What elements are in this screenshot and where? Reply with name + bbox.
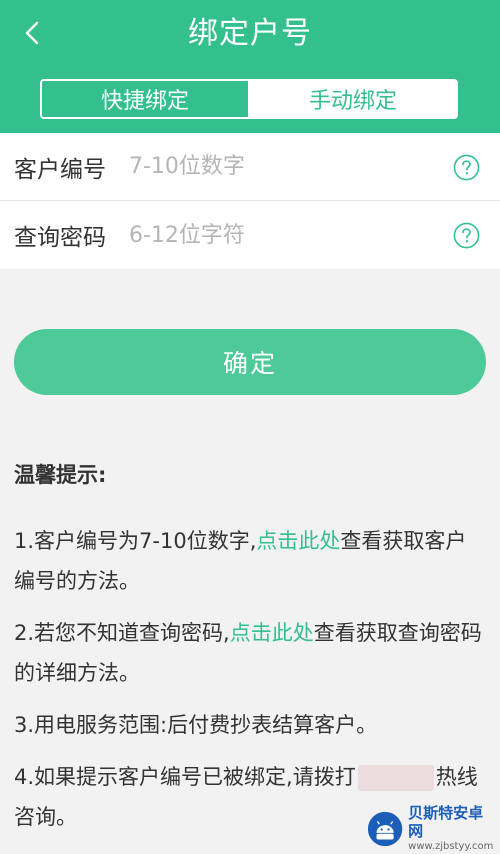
customer-id-label: 客户编号 [14,156,106,183]
tip-text: 2.若您不知道查询密码, [14,621,230,645]
watermark-name: 贝斯特安卓网 [408,804,484,840]
question-circle-icon[interactable] [453,154,480,181]
password-help-link[interactable]: 点击此处 [230,621,314,645]
page-title: 绑定户号 [188,16,312,51]
customer-id-input[interactable] [129,146,429,187]
watermark-url: www.zjbstyy.com [408,841,494,852]
customer-id-row: 客户编号 [0,133,500,201]
tip-item-3: 3.用电服务范围:后付费抄表结算客户。 [14,713,378,737]
tip-text: 4.如果提示客户编号已被绑定,请拨打 [14,765,356,789]
bind-mode-tabs: 快捷绑定 手动绑定 [40,79,458,119]
tab-manual-bind[interactable]: 手动绑定 [250,81,456,117]
redacted-phone-number [357,765,434,791]
tab-quick-bind[interactable]: 快捷绑定 [42,81,250,117]
tip-item-1: 1.客户编号为7-10位数字,点击此处查看获取客户编号的方法。 [14,521,486,601]
android-logo-icon [367,811,403,847]
bind-form: 客户编号 查询密码 [0,133,500,269]
query-password-input[interactable] [129,215,429,255]
header-bar: 绑定户号 快捷绑定 手动绑定 [0,0,500,133]
query-password-label: 查询密码 [14,225,106,251]
tips-section: 温馨提示: 1.客户编号为7-10位数字,点击此处查看获取客户编号的方法。 2.… [14,455,486,849]
tips-title: 温馨提示: [14,463,107,487]
customer-id-help-link[interactable]: 点击此处 [256,529,340,553]
confirm-button[interactable]: 确定 [14,329,486,395]
tip-item-2: 2.若您不知道查询密码,点击此处查看获取查询密码的详细方法。 [14,613,486,693]
tip-text: 1.客户编号为7-10位数字, [14,529,257,553]
query-password-row: 查询密码 [0,201,500,269]
watermark: 贝斯特安卓网 www.zjbstyy.com [366,804,494,852]
question-circle-icon[interactable] [453,222,480,249]
